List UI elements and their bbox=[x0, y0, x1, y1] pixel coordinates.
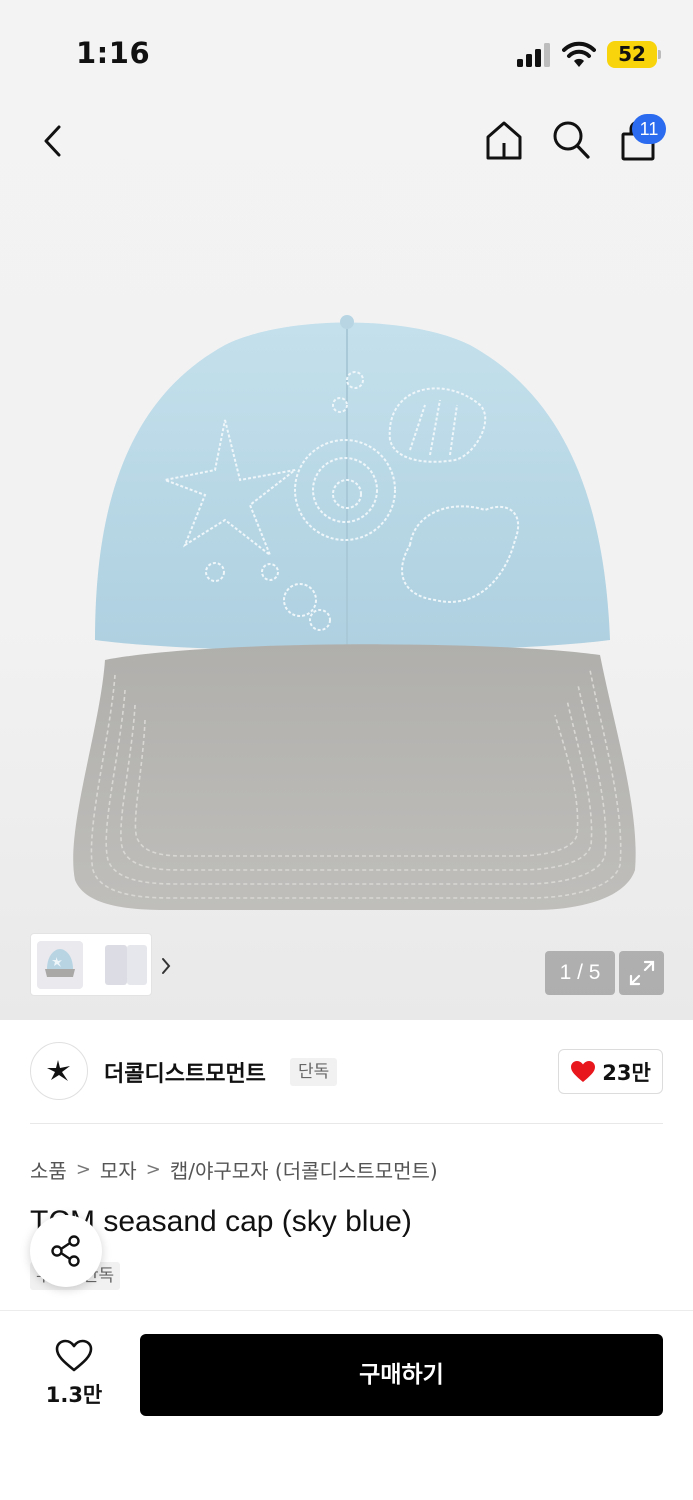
share-icon bbox=[51, 1235, 80, 1267]
home-icon bbox=[486, 121, 522, 160]
fullscreen-button[interactable] bbox=[619, 951, 664, 995]
cellular-signal-icon bbox=[517, 43, 551, 67]
bottom-action-bar: 1.3만 구매하기 bbox=[0, 1310, 693, 1500]
status-time: 1:16 bbox=[76, 36, 151, 70]
heart-outline-icon bbox=[55, 1339, 93, 1372]
breadcrumb-separator-icon: > bbox=[145, 1159, 161, 1180]
wifi-icon bbox=[562, 41, 596, 67]
thumbnail-strip[interactable] bbox=[30, 933, 171, 996]
image-page-counter: 1 / 5 bbox=[545, 951, 615, 995]
brand-like-button[interactable]: 23만 bbox=[558, 1049, 663, 1094]
chevron-right-icon[interactable] bbox=[160, 956, 172, 976]
back-arrow-icon bbox=[44, 125, 61, 157]
breadcrumb-item[interactable]: 모자 bbox=[100, 1155, 137, 1184]
home-button[interactable] bbox=[481, 117, 527, 163]
expand-icon bbox=[629, 960, 654, 986]
brand-name[interactable]: 더콜디스트모먼트 bbox=[104, 1056, 266, 1088]
buy-button[interactable]: 구매하기 bbox=[140, 1334, 663, 1416]
brand-logo[interactable] bbox=[30, 1042, 88, 1100]
back-button[interactable] bbox=[30, 118, 76, 164]
brand-exclusive-tag: 단독 bbox=[290, 1058, 338, 1086]
thumbnail-2[interactable] bbox=[105, 945, 127, 985]
wishlist-button[interactable]: 1.3만 bbox=[35, 1339, 113, 1409]
thumbnail-3[interactable] bbox=[127, 945, 147, 985]
cart-count-badge: 11 bbox=[632, 114, 666, 144]
search-button[interactable] bbox=[548, 117, 594, 163]
search-icon bbox=[553, 121, 590, 159]
breadcrumb-separator-icon: > bbox=[75, 1159, 91, 1180]
divider bbox=[30, 1123, 663, 1124]
battery-indicator: 52 bbox=[607, 41, 657, 68]
wishlist-count: 1.3만 bbox=[45, 1383, 103, 1407]
brand-like-count: 23만 bbox=[602, 1060, 651, 1085]
product-image-cap[interactable] bbox=[55, 310, 640, 915]
thumbnail-cap-front[interactable] bbox=[37, 940, 83, 989]
status-bar: 1:16 52 bbox=[0, 0, 693, 100]
star-logo-icon bbox=[47, 1060, 70, 1081]
breadcrumb-item[interactable]: 소품 bbox=[30, 1155, 67, 1184]
heart-icon bbox=[571, 1060, 596, 1082]
share-button[interactable] bbox=[30, 1215, 102, 1287]
breadcrumb-item[interactable]: 캡/야구모자 (더콜디스트모먼트) bbox=[170, 1155, 438, 1184]
product-image-gallery[interactable]: 1:16 52 11 1 / 5 bbox=[0, 0, 693, 1020]
breadcrumb: 소품 > 모자 > 캡/야구모자 (더콜디스트모먼트) bbox=[30, 1155, 438, 1184]
battery-cap bbox=[658, 50, 661, 59]
